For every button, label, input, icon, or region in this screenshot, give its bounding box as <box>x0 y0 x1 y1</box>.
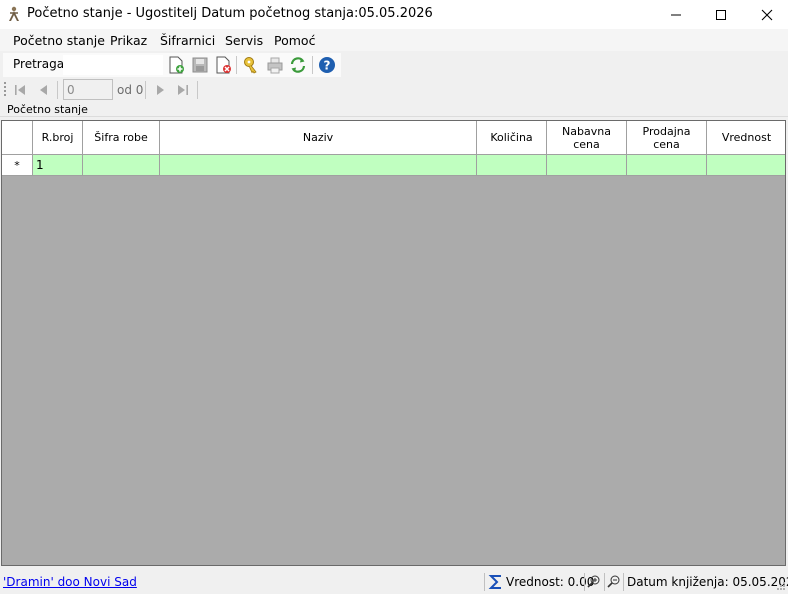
data-grid[interactable]: R.broj Šifra robe Naziv Količina Nabavna… <box>1 120 786 566</box>
minimize-button[interactable] <box>653 0 699 29</box>
first-record-icon[interactable] <box>12 82 28 98</box>
maximize-button[interactable] <box>698 0 744 29</box>
new-document-icon[interactable] <box>167 56 185 74</box>
table-cell-prodajna-cena[interactable] <box>627 155 707 176</box>
column-header-prodajna-cena[interactable]: Prodajna cena <box>627 121 707 155</box>
app-icon <box>9 6 19 21</box>
column-header-sifra-robe[interactable]: Šifra robe <box>83 121 160 155</box>
refresh-icon[interactable] <box>289 56 307 74</box>
minimize-icon <box>671 14 681 15</box>
status-bar: 'Dramin' doo Novi Sad Vrednost: 0.00 Dat… <box>0 570 788 592</box>
column-header-vrednost[interactable]: Vrednost <box>707 121 785 155</box>
key-icon[interactable] <box>241 56 259 74</box>
next-record-icon[interactable] <box>152 82 168 98</box>
maximize-icon <box>716 9 726 20</box>
company-link[interactable]: 'Dramin' doo Novi Sad <box>3 575 137 589</box>
save-icon[interactable] <box>191 56 209 74</box>
previous-record-icon[interactable] <box>36 82 52 98</box>
section-title: Početno stanje <box>7 103 88 116</box>
table-cell-kolicina[interactable] <box>477 155 547 176</box>
menu-pocetno-stanje[interactable]: Početno stanje <box>13 33 105 48</box>
table-cell-naziv[interactable] <box>160 155 477 176</box>
navigator-toolbar: od 0 <box>0 78 788 102</box>
close-icon <box>761 9 773 20</box>
menu-prikaz[interactable]: Prikaz <box>110 33 147 48</box>
window-title: Početno stanje - Ugostitelj Datum početn… <box>27 6 433 21</box>
table-cell-vrednost[interactable] <box>707 155 785 176</box>
column-header-naziv[interactable]: Naziv <box>160 121 477 155</box>
help-icon[interactable]: ? <box>318 56 336 74</box>
record-position-input[interactable] <box>63 79 113 100</box>
search-input[interactable] <box>63 55 163 75</box>
posting-date: Datum knjiženja: 05.05.2026 <box>627 575 788 589</box>
close-button[interactable] <box>744 0 788 29</box>
column-header-rbroj[interactable]: R.broj <box>33 121 83 155</box>
grid-corner-header <box>2 121 33 155</box>
zoom-out-icon[interactable] <box>607 574 621 588</box>
table-cell-nabavna-cena[interactable] <box>547 155 627 176</box>
svg-text:?: ? <box>324 59 331 73</box>
resize-grip[interactable] <box>776 580 786 590</box>
menu-bar: Početno stanje Prikaz Šifrarnici Servis … <box>0 29 788 51</box>
column-header-kolicina[interactable]: Količina <box>477 121 547 155</box>
column-header-nabavna-cena[interactable]: Nabavna cena <box>547 121 627 155</box>
total-value: Vrednost: 0.00 <box>506 575 595 589</box>
table-cell-rbroj[interactable]: 1 <box>33 155 83 176</box>
table-cell-sifra-robe[interactable] <box>83 155 160 176</box>
menu-sifrarnici[interactable]: Šifrarnici <box>160 33 215 48</box>
menu-pomoc[interactable]: Pomoć <box>274 33 315 48</box>
menu-servis[interactable]: Servis <box>225 33 263 48</box>
search-label: Pretraga: <box>13 57 69 71</box>
main-toolbar: Pretraga: ? <box>0 52 788 78</box>
zoom-in-icon[interactable] <box>587 574 601 588</box>
delete-icon[interactable] <box>214 56 232 74</box>
new-row-marker[interactable]: * <box>2 155 33 176</box>
print-icon[interactable] <box>266 56 284 74</box>
sum-icon <box>488 575 501 589</box>
title-bar: Početno stanje - Ugostitelj Datum početn… <box>0 0 788 29</box>
last-record-icon[interactable] <box>175 82 191 98</box>
record-count-label: od 0 <box>117 83 144 97</box>
